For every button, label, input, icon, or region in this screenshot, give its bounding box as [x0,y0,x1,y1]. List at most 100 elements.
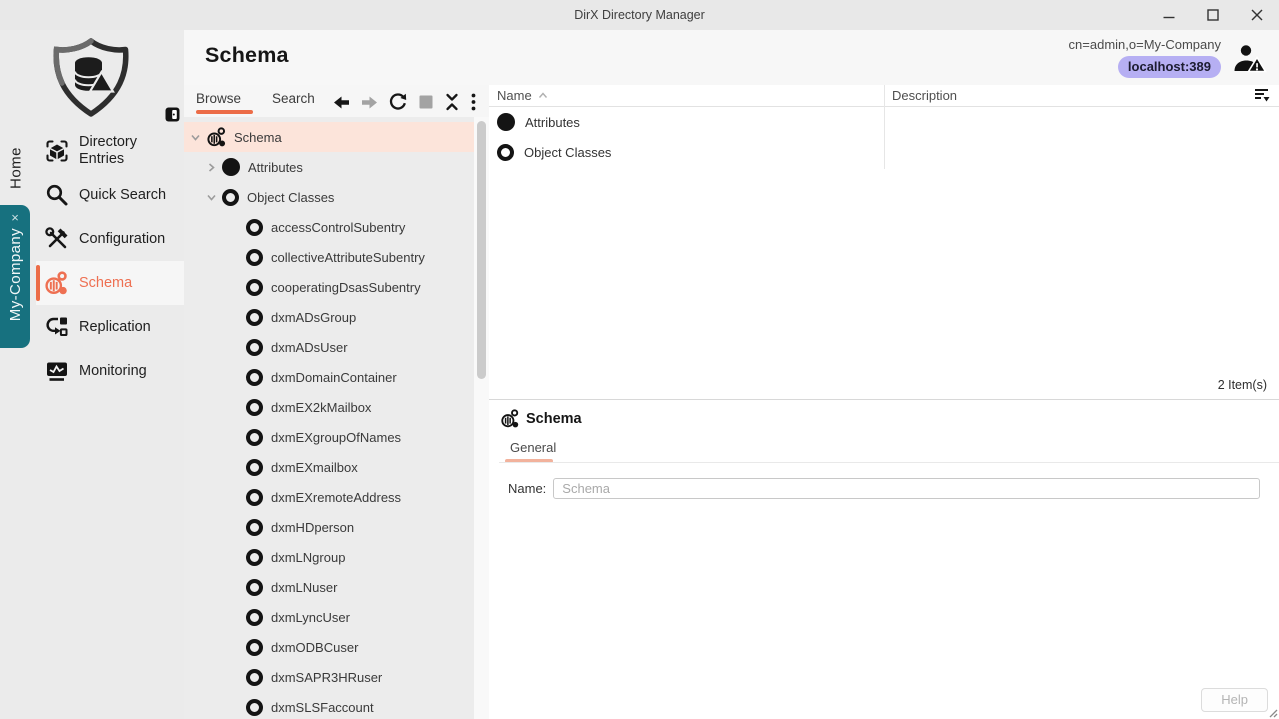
user-warning-icon[interactable] [1230,43,1268,75]
tab-search[interactable]: Search [272,91,315,106]
results-table: Name Description Attributes Object Class… [489,85,1279,400]
tree-item[interactable]: dxmSLSFaccount [184,692,474,719]
tree-item[interactable]: dxmSAPR3HRuser [184,662,474,692]
sidebar-item-replication[interactable]: Replication [36,305,184,349]
chevron-right-icon[interactable] [206,162,218,173]
detail-title: Schema [526,410,582,427]
resize-grip[interactable] [1268,708,1278,718]
cell-name: Attributes [525,114,580,130]
tree-item[interactable]: dxmADsGroup [184,302,474,332]
tree-item-label: dxmODBCuser [271,639,359,655]
help-button[interactable]: Help [1201,688,1268,712]
sidebar-item-label: Monitoring [79,362,147,379]
page-title: Schema [205,43,289,67]
tree-item[interactable]: dxmEXgroupOfNames [184,422,474,452]
tree-item[interactable]: dxmHDperson [184,512,474,542]
attributes-icon [222,158,240,176]
tree-toolbar [333,93,476,111]
stop-icon[interactable] [419,95,433,109]
active-tab-underline [196,110,253,114]
sidebar-item-configuration[interactable]: Configuration [36,217,184,261]
tab-browse[interactable]: Browse [196,91,241,106]
ring-icon [497,143,514,161]
kebab-menu-icon[interactable] [471,93,476,111]
object-class-icon [246,428,263,446]
host-badge: localhost:389 [1117,56,1221,78]
tree-item[interactable]: dxmLNuser [184,572,474,602]
object-class-icon [222,188,239,206]
close-icon [1251,9,1263,21]
tree-item[interactable]: collectiveAttributeSubentry [184,242,474,272]
sidebar-item-schema[interactable]: Schema [36,261,184,305]
tree-item[interactable]: accessControlSubentry [184,212,474,242]
cube-brackets-icon [44,138,70,164]
tree-item[interactable]: dxmDomainContainer [184,362,474,392]
object-class-icon [246,668,263,686]
sidebar-item-label: Quick Search [79,186,167,203]
tree-item[interactable]: dxmADsUser [184,332,474,362]
content-panel: Name Description Attributes Object Class… [489,85,1279,719]
tree-item-label: Attributes [248,159,303,175]
object-class-icon [246,578,263,596]
forward-icon[interactable] [361,95,378,110]
replication-icon [44,314,70,340]
close-button[interactable] [1235,0,1279,30]
sidebar-menu: Directory Entries Quick Search Configura… [36,129,184,393]
column-header-description[interactable]: Description [892,88,957,103]
tree-item[interactable]: dxmLNgroup [184,542,474,572]
filter-list-icon[interactable] [1253,87,1270,104]
object-class-icon [246,608,263,626]
object-class-icon [246,308,263,326]
home-tab[interactable]: Home [2,130,30,206]
tree-item-object-classes[interactable]: Object Classes [184,182,474,212]
window-title: DirX Directory Manager [574,8,705,22]
sidebar-item-directory-entries[interactable]: Directory Entries [36,129,184,173]
app-logo [42,34,140,124]
tree-item[interactable]: dxmODBCuser [184,632,474,662]
tree-scrollbar[interactable] [474,117,489,719]
tab-divider [499,462,1279,463]
sidebar-item-quick-search[interactable]: Quick Search [36,173,184,217]
sidebar-item-monitoring[interactable]: Monitoring [36,349,184,393]
object-class-icon [246,218,263,236]
name-form-row: Name: [508,478,1260,499]
object-class-icon [246,698,263,716]
tree-item-label: Schema [234,129,282,145]
collapse-all-icon[interactable] [444,93,460,111]
tree-item[interactable]: dxmEXmailbox [184,452,474,482]
close-company-tab-icon[interactable]: × [11,211,19,224]
collapse-sidebar-icon[interactable] [165,107,180,122]
minimize-button[interactable] [1147,0,1191,30]
schema-tree: Schema Attributes Object Classes accessC… [184,117,474,719]
tree-item-label: dxmHDperson [271,519,355,535]
tree-item[interactable]: dxmEX2kMailbox [184,392,474,422]
tree-item-attributes[interactable]: Attributes [184,152,474,182]
tree-item-label: dxmLyncUser [271,609,350,625]
chevron-down-icon[interactable] [190,132,202,143]
sidebar-item-label: Replication [79,318,151,335]
sidebar-item-label: Schema [79,274,133,291]
column-header-name[interactable]: Name [497,88,532,103]
tree-item[interactable]: dxmEXremoteAddress [184,482,474,512]
tree-item-schema-root[interactable]: Schema [184,122,474,152]
tree-item[interactable]: cooperatingDsasSubentry [184,272,474,302]
object-class-icon [246,338,263,356]
chevron-down-icon[interactable] [206,192,218,203]
scrollbar-thumb[interactable] [477,121,486,379]
refresh-icon[interactable] [389,93,408,111]
tree-item-label: dxmADsUser [271,339,348,355]
browse-tabs-row: Browse Search [184,85,489,117]
back-icon[interactable] [333,95,350,110]
tab-general[interactable]: General [510,440,556,455]
tree-item-label: collectiveAttributeSubentry [271,249,425,265]
tree-item-label: dxmLNuser [271,579,338,595]
company-tab[interactable]: × My-Company [0,205,30,348]
name-input[interactable] [553,478,1260,499]
object-class-icon [246,548,263,566]
tree-item[interactable]: dxmLyncUser [184,602,474,632]
maximize-button[interactable] [1191,0,1235,30]
maximize-icon [1207,9,1219,21]
schema-hive-icon [500,408,521,429]
filled-circle-icon [497,113,515,131]
minimize-icon [1163,16,1175,19]
